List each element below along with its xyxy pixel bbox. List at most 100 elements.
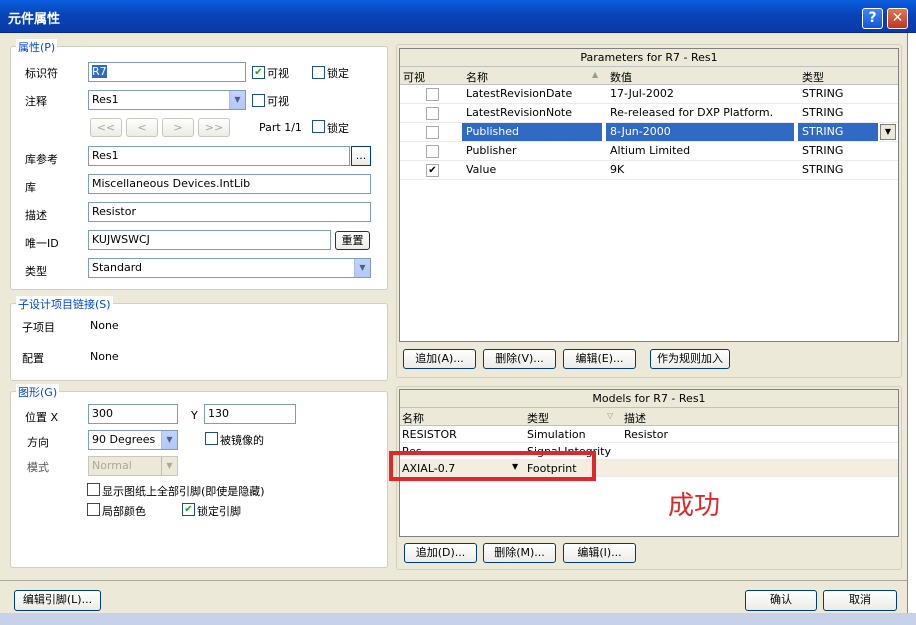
col-model-name[interactable]: 名称 — [402, 410, 424, 426]
parameter-row[interactable]: LatestRevisionNote Re-released for DXP Pl… — [400, 104, 898, 123]
libref-input[interactable]: Res1 — [88, 146, 350, 166]
designator-locked-label: 锁定 — [327, 67, 349, 80]
show-pins-checkbox[interactable] — [87, 483, 100, 496]
parameter-visible-checkbox[interactable] — [426, 107, 439, 120]
comment-visible-checkbox[interactable] — [252, 94, 265, 107]
part-locked-checkbox[interactable] — [312, 120, 325, 133]
library-label: 库 — [25, 181, 36, 194]
prev-part-button[interactable]: < — [126, 118, 158, 137]
designator-locked-checkbox[interactable] — [312, 66, 325, 79]
add-model-button[interactable]: 追加(D)... — [404, 543, 477, 563]
edit-parameter-button[interactable]: 编辑(E)... — [563, 349, 636, 369]
subproject-value: None — [90, 319, 119, 332]
parameter-row[interactable]: LatestRevisionDate 17-Jul-2002 STRING — [400, 85, 898, 104]
first-part-button[interactable]: << — [90, 118, 122, 137]
ok-button[interactable]: 确认 — [745, 590, 817, 611]
parameter-value: Altium Limited — [610, 144, 691, 157]
highlight-box — [389, 451, 596, 481]
orientation-select[interactable]: 90 Degrees ▼ — [88, 430, 178, 450]
unique-id-value: KUJWSWCJ — [92, 233, 150, 246]
orientation-value: 90 Degrees — [92, 433, 156, 446]
local-colors-label: 局部颜色 — [102, 505, 146, 518]
col-name[interactable]: 名称 — [466, 69, 488, 85]
mode-select[interactable]: Normal ▼ — [88, 456, 178, 476]
parameter-visible-checkbox[interactable]: ✔ — [426, 164, 439, 177]
libref-browse-button[interactable]: ... — [351, 146, 371, 166]
mirrored-checkbox[interactable] — [205, 432, 218, 445]
cancel-button[interactable]: 取消 — [823, 590, 897, 611]
graphics-group-title: 图形(G) — [16, 384, 60, 400]
orientation-label: 方向 — [27, 436, 49, 449]
edit-pins-button[interactable]: 编辑引脚(L)... — [14, 590, 101, 611]
subdesign-group-title: 子设计项目链接(S) — [16, 296, 113, 312]
lock-pins-checkbox[interactable]: ✔ — [182, 503, 195, 516]
type-select[interactable]: Standard ▼ — [88, 258, 371, 278]
chevron-down-icon[interactable]: ▼ — [354, 259, 370, 277]
last-part-button[interactable]: >> — [198, 118, 230, 137]
subdesign-group — [10, 303, 388, 381]
add-as-rule-button[interactable]: 作为规则加入 — [650, 349, 730, 369]
unique-id-input[interactable]: KUJWSWCJ — [88, 230, 331, 250]
library-value: Miscellaneous Devices.IntLib — [92, 177, 251, 190]
designator-visible-checkbox[interactable]: ✔ — [252, 66, 265, 79]
edit-model-button[interactable]: 编辑(I)... — [563, 543, 636, 563]
comment-label: 注释 — [25, 95, 47, 108]
help-button[interactable]: ? — [862, 8, 883, 29]
show-pins-label: 显示图纸上全部引脚(即使是隐藏) — [102, 485, 265, 498]
chevron-down-icon[interactable]: ▼ — [161, 457, 177, 475]
col-model-type[interactable]: 类型 — [527, 410, 549, 426]
reset-id-button[interactable]: 重置 — [335, 231, 370, 250]
parameters-header: 可视 名称 ▲ 数值 类型 — [400, 67, 898, 85]
parameter-value: 9K — [610, 163, 625, 176]
libref-label: 库参考 — [25, 153, 58, 166]
mode-value: Normal — [92, 459, 132, 472]
col-type[interactable]: 类型 — [802, 69, 824, 85]
parameter-row[interactable]: Publisher Altium Limited STRING — [400, 142, 898, 161]
local-colors-checkbox[interactable] — [87, 503, 100, 516]
description-input[interactable]: Resistor — [88, 202, 371, 222]
add-parameter-button[interactable]: 追加(A)... — [403, 349, 476, 369]
designator-label: 标识符 — [25, 67, 58, 80]
config-value: None — [90, 350, 119, 363]
models-title: Models for R7 - Res1 — [400, 390, 898, 408]
parameter-value: 8-Jun-2000 — [606, 123, 794, 141]
col-model-desc[interactable]: 描述 — [624, 410, 646, 426]
parameters-title: Parameters for R7 - Res1 — [400, 49, 898, 67]
location-y-input[interactable]: 130 — [204, 404, 296, 424]
location-x-input[interactable]: 300 — [88, 404, 178, 424]
parameter-name: Published — [462, 123, 602, 141]
library-input[interactable]: Miscellaneous Devices.IntLib — [88, 174, 371, 194]
next-part-button[interactable]: > — [162, 118, 194, 137]
remove-model-button[interactable]: 删除(M)... — [483, 543, 556, 563]
col-visible[interactable]: 可视 — [403, 69, 425, 85]
parameter-visible-checkbox[interactable] — [426, 126, 439, 139]
chevron-down-icon[interactable]: ▼ — [880, 124, 896, 140]
parameter-type: STRING — [802, 163, 844, 176]
lock-pins-label: 锁定引脚 — [197, 505, 241, 518]
parameter-row[interactable]: Published 8-Jun-2000 STRING ▼ — [400, 123, 898, 142]
designator-input[interactable]: R7 — [88, 62, 246, 82]
location-x-value: 300 — [92, 407, 113, 420]
close-button[interactable]: ✕ — [887, 8, 908, 29]
part-label: Part 1/1 — [259, 121, 302, 134]
remove-parameter-button[interactable]: 删除(V)... — [483, 349, 556, 369]
parameter-name: LatestRevisionNote — [466, 106, 573, 119]
comment-value: Res1 — [92, 93, 119, 106]
libref-value: Res1 — [92, 149, 119, 162]
col-value[interactable]: 数值 — [610, 69, 632, 85]
parameter-visible-checkbox[interactable] — [426, 88, 439, 101]
model-desc: Resistor — [624, 428, 668, 441]
parameter-row[interactable]: ✔ Value 9K STRING — [400, 161, 898, 180]
location-y-value: 130 — [208, 407, 229, 420]
parameter-visible-checkbox[interactable] — [426, 145, 439, 158]
chevron-down-icon[interactable]: ▼ — [161, 431, 177, 449]
comment-select[interactable]: Res1 ▼ — [88, 90, 246, 110]
parameters-panel: Parameters for R7 - Res1 可视 名称 ▲ 数值 类型 L… — [399, 48, 899, 342]
title-bar: 元件属性 ? ✕ — [0, 0, 916, 33]
unique-id-label: 唯一ID — [25, 237, 59, 250]
model-row[interactable]: RESISTOR Simulation Resistor — [400, 426, 898, 443]
parameter-type: STRING — [802, 106, 844, 119]
chevron-down-icon[interactable]: ▼ — [229, 91, 245, 109]
model-name: RESISTOR — [402, 428, 457, 441]
comment-visible-label: 可视 — [267, 95, 289, 108]
